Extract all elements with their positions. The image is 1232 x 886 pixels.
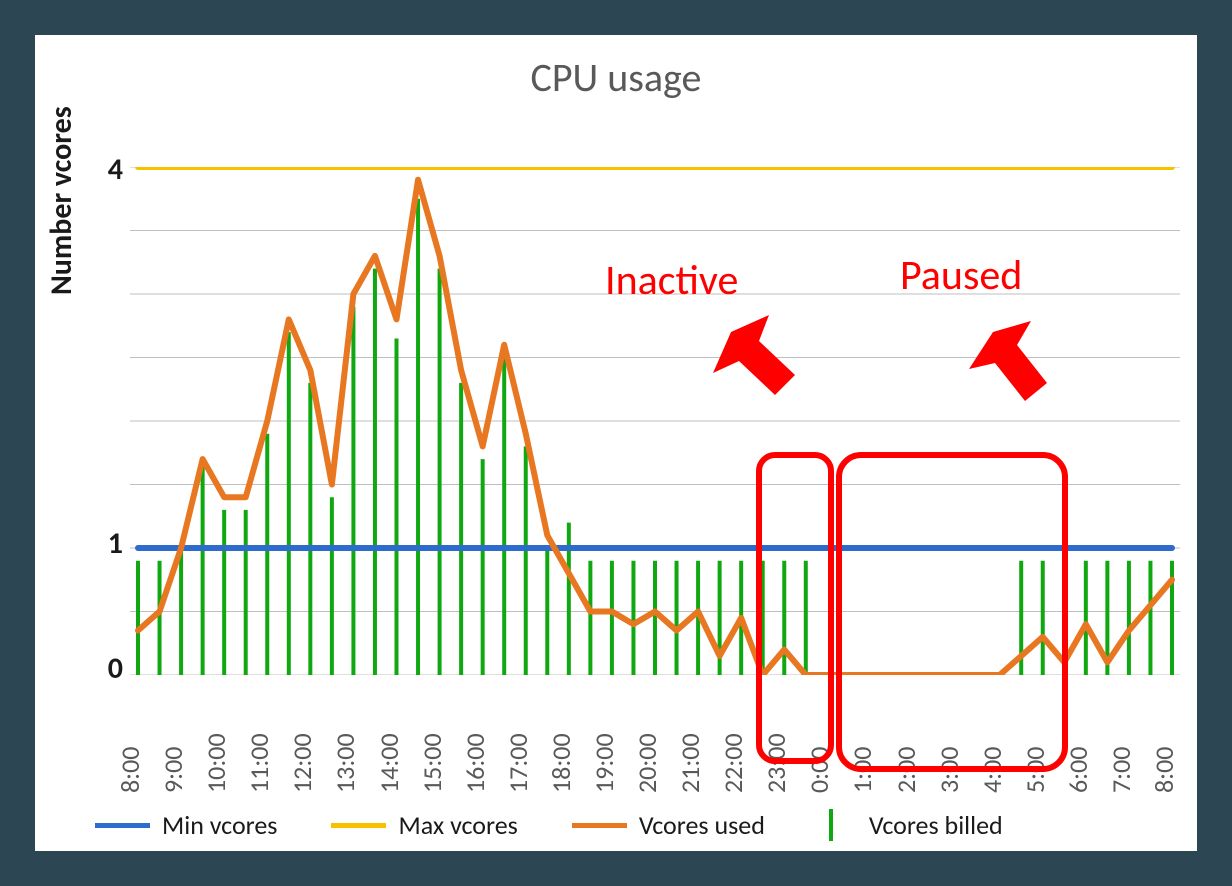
x-tick: 15:00 — [416, 733, 448, 793]
legend-swatch-billed — [829, 809, 833, 841]
x-tick: 17:00 — [502, 733, 534, 793]
x-axis-ticks: 8:00 9:00 10:00 11:00 12:00 13:00 14:00 15:00 16… — [130, 683, 1180, 793]
x-tick: 18:00 — [545, 733, 577, 793]
x-tick: 6:00 — [1062, 747, 1094, 794]
y-axis-label: Number vcores — [43, 106, 80, 295]
x-tick: 20:00 — [631, 733, 663, 793]
x-tick: 23:00 — [760, 733, 792, 793]
x-tick: 11:00 — [243, 733, 275, 793]
x-tick: 22:00 — [717, 733, 749, 793]
legend-label: Vcores billed — [869, 809, 1003, 841]
x-tick: 5:00 — [1019, 747, 1051, 794]
x-tick: 3:00 — [933, 747, 965, 794]
legend-label: Min vcores — [162, 809, 277, 841]
x-tick: 13:00 — [329, 733, 361, 793]
legend-swatch-used — [572, 823, 627, 828]
x-tick: 10:00 — [200, 733, 232, 793]
legend-label: Vcores used — [639, 809, 765, 841]
x-tick: 21:00 — [674, 733, 706, 793]
y-tick: 1 — [83, 525, 123, 562]
legend-swatch-max — [331, 823, 386, 828]
annotation-paused: Paused — [900, 250, 1022, 301]
legend-swatch-min — [95, 823, 150, 828]
x-tick: 7:00 — [1105, 747, 1137, 794]
x-tick: 1:00 — [846, 747, 878, 794]
x-tick: 9:00 — [157, 747, 189, 794]
x-tick: 14:00 — [373, 733, 405, 793]
annotation-inactive: Inactive — [605, 255, 738, 306]
x-tick: 8:00 — [114, 747, 146, 794]
legend-label: Max vcores — [398, 809, 517, 841]
x-tick: 0:00 — [803, 747, 835, 794]
chart-title: CPU usage — [35, 53, 1197, 102]
x-tick: 2:00 — [890, 747, 922, 794]
x-tick: 4:00 — [976, 747, 1008, 794]
y-tick: 0 — [83, 650, 123, 687]
plot-area — [130, 167, 1180, 675]
legend: Min vcores Max vcores Vcores used Vcores… — [95, 805, 1175, 845]
x-tick: 8:00 — [1148, 747, 1180, 794]
chart-panel: CPU usage Number vcores 4 1 0 8:00 9:00 10… — [35, 35, 1197, 851]
y-tick: 4 — [83, 151, 123, 188]
x-tick: 16:00 — [459, 733, 491, 793]
x-tick: 12:00 — [286, 733, 318, 793]
x-tick: 19:00 — [588, 733, 620, 793]
